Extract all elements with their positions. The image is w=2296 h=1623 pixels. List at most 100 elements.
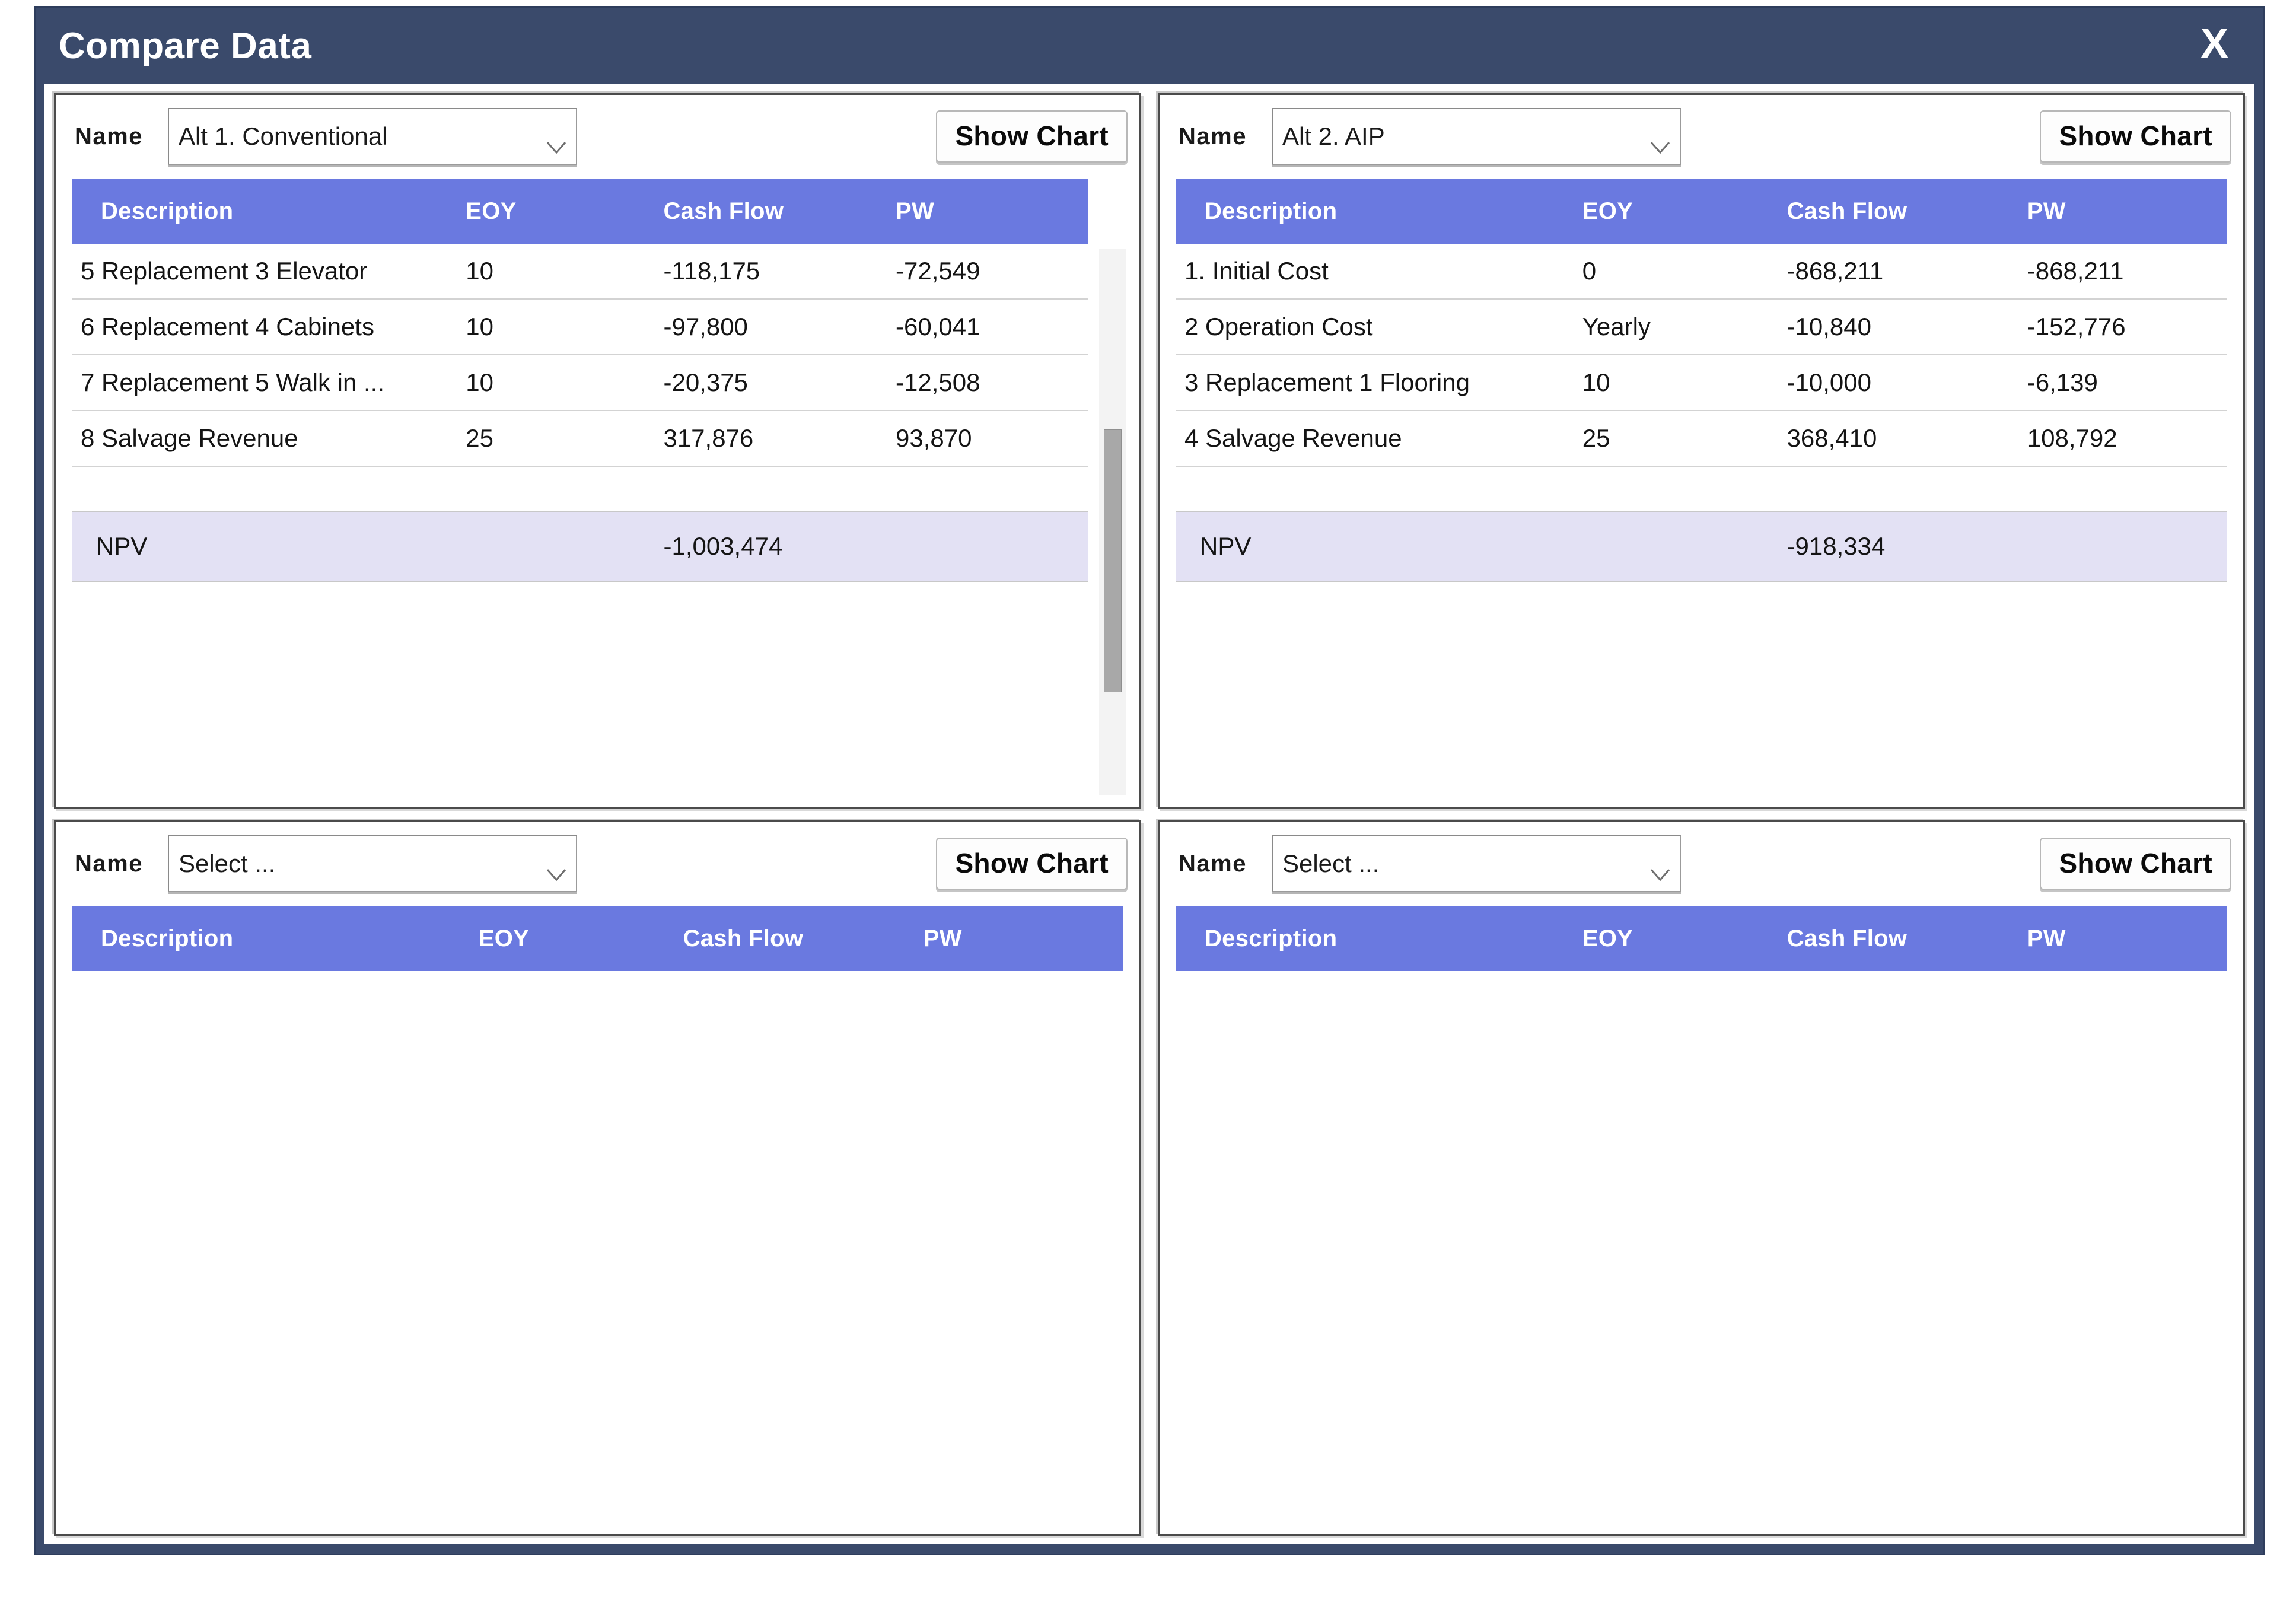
npv-label: NPV [72,511,466,581]
dialog-titlebar: Compare Data X [36,8,2263,84]
cell-pw: -12,508 [896,355,1088,410]
column-header-description[interactable]: Description [72,179,466,244]
column-header-eoy[interactable]: EOY [466,179,663,244]
panel-table-region: DescriptionEOYCash FlowPW [56,906,1139,1534]
spacer-cell [72,466,466,511]
cell-eoy: 25 [466,410,663,466]
panel-header: Name Select ... Show Chart [1160,822,2243,903]
column-header-description[interactable]: Description [72,906,479,971]
table-row[interactable]: 2 Operation CostYearly-10,840-152,776 [1176,299,2227,355]
cell-eoy: 10 [466,244,663,299]
column-header-pw[interactable]: PW [2027,906,2227,971]
scrollbar-thumb[interactable] [1104,429,1122,693]
npv-row: NPV-1,003,474 [72,511,1088,581]
table-row[interactable]: 3 Replacement 1 Flooring10-10,000-6,139 [1176,355,2227,410]
table-row[interactable]: 4 Salvage Revenue25368,410108,792 [1176,410,2227,466]
alternative-select-value: Select ... [1273,849,1379,878]
cell-pw: -868,211 [2027,244,2227,299]
cell-description: 2 Operation Cost [1176,299,1582,355]
cell-cash-flow: 368,410 [1787,410,2027,466]
spacer-cell [1176,466,1582,511]
column-header-eoy[interactable]: EOY [1582,906,1787,971]
chevron-down-icon [1641,858,1660,868]
panel-header: Name Alt 1. Conventional Show Chart [56,95,1139,176]
panels-grid: Name Alt 1. Conventional Show Chart Descrip… [44,84,2254,1544]
column-header-cash-flow[interactable]: Cash Flow [1787,906,2027,971]
cell-pw: -6,139 [2027,355,2227,410]
cell-pw: -152,776 [2027,299,2227,355]
show-chart-button[interactable]: Show Chart [936,110,1128,163]
column-header-cash-flow[interactable]: Cash Flow [663,179,896,244]
alternative-select[interactable]: Select ... [168,835,577,892]
panel-header: NameSelect ...Show Chart [56,822,1139,903]
cell-cash-flow: -97,800 [663,299,896,355]
cell-cash-flow: -20,375 [663,355,896,410]
column-header-cash-flow[interactable]: Cash Flow [1787,179,2027,244]
alternative-select[interactable]: Alt 1. Conventional [168,108,577,165]
spacer-cell [1582,466,1787,511]
compare-panel-3: NameSelect ...Show ChartDescriptionEOYCa… [54,820,1141,1536]
column-header-eoy[interactable]: EOY [1582,179,1787,244]
table-row[interactable]: 8 Salvage Revenue25317,87693,870 [72,410,1088,466]
column-header-eoy[interactable]: EOY [479,906,683,971]
column-header-description[interactable]: Description [1176,179,1582,244]
show-chart-button[interactable]: Show Chart [2040,110,2231,163]
column-header-pw[interactable]: PW [896,179,1088,244]
npv-row: NPV-918,334 [1176,511,2227,581]
close-icon[interactable]: X [2190,19,2239,72]
compare-data-dialog: Compare Data X Name Alt 1. Conventional Sh… [34,6,2265,1555]
column-header-cash-flow[interactable]: Cash Flow [683,906,924,971]
compare-panel-2: Name Alt 2. AIP Show Chart DescriptionEOYCa… [1158,93,2245,809]
spacer-cell [663,466,896,511]
alternative-select-value: Select ... [169,849,275,878]
cell-cash-flow: -868,211 [1787,244,2027,299]
table-spacer-row [1176,466,2227,511]
table-spacer-row [72,466,1088,511]
data-grid: DescriptionEOYCash FlowPW1. Initial Cost… [1176,179,2227,807]
page-title: Compare Data [59,25,311,67]
column-header-description[interactable]: Description [1176,906,1582,971]
cell-cash-flow: 317,876 [663,410,896,466]
spacer-cell [2027,466,2227,511]
npv-eoy-blank [466,511,663,581]
table-row[interactable]: 7 Replacement 5 Walk in ...10-20,375-12,… [72,355,1088,410]
show-chart-button[interactable]: Show Chart [936,838,1128,890]
show-chart-button[interactable]: Show Chart [2040,838,2231,890]
spacer-cell [1787,466,2027,511]
cell-pw: -60,041 [896,299,1088,355]
npv-label: NPV [1176,511,1582,581]
cell-eoy: 0 [1582,244,1787,299]
data-grid: DescriptionEOYCash FlowPW [1176,906,2227,1534]
cell-eoy: 10 [1582,355,1787,410]
cell-pw: 108,792 [2027,410,2227,466]
table-header-row: DescriptionEOYCash FlowPW [1176,906,2227,971]
name-label: Name [75,123,143,150]
panel-table-region: DescriptionEOYCash FlowPW [1160,906,2243,1534]
cell-pw: -72,549 [896,244,1088,299]
chevron-down-icon [1641,131,1660,141]
name-label: Name [1179,123,1247,150]
table-row[interactable]: 5 Replacement 3 Elevator10-118,175-72,54… [72,244,1088,299]
panel-header: Name Alt 2. AIP Show Chart [1160,95,2243,176]
cashflow-table: DescriptionEOYCash FlowPW [1176,906,2227,971]
alternative-select-value: Alt 2. AIP [1273,122,1385,151]
vertical-scrollbar[interactable] [1099,249,1126,795]
panel-table-region: DescriptionEOYCash FlowPW5 Replacement 3… [56,179,1139,807]
cashflow-table: DescriptionEOYCash FlowPW [72,906,1123,971]
name-label: Name [1179,851,1247,877]
chevron-down-icon [537,131,556,141]
data-grid: DescriptionEOYCash FlowPW [72,906,1123,1534]
alternative-select[interactable]: Select ... [1272,835,1681,892]
cell-description: 1. Initial Cost [1176,244,1582,299]
cell-description: 8 Salvage Revenue [72,410,466,466]
compare-panel-4: Name Select ... Show Chart DescriptionEOYCa… [1158,820,2245,1536]
column-header-pw[interactable]: PW [924,906,1123,971]
alternative-select[interactable]: Alt 2. AIP [1272,108,1681,165]
table-row[interactable]: 6 Replacement 4 Cabinets10-97,800-60,041 [72,299,1088,355]
cashflow-table: DescriptionEOYCash FlowPW1. Initial Cost… [1176,179,2227,582]
table-row[interactable]: 1. Initial Cost0-868,211-868,211 [1176,244,2227,299]
column-header-pw[interactable]: PW [2027,179,2227,244]
table-header-row: DescriptionEOYCash FlowPW [72,179,1088,244]
table-header-row: DescriptionEOYCash FlowPW [72,906,1123,971]
cell-cash-flow: -118,175 [663,244,896,299]
